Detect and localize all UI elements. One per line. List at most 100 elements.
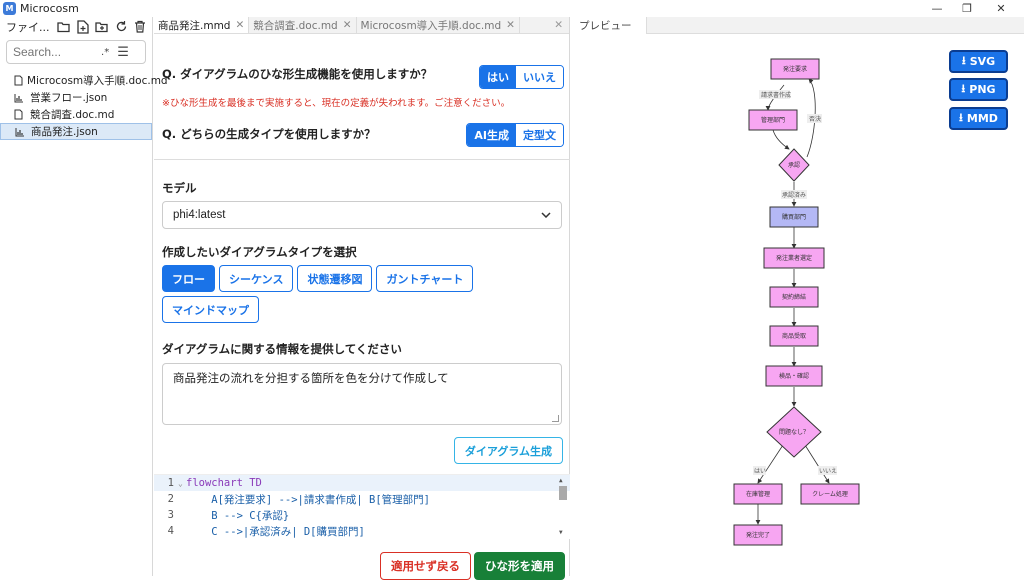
download-icon: ⭳ <box>959 111 963 124</box>
chart-icon <box>14 93 26 103</box>
model-value: phi4:latest <box>173 209 226 221</box>
sidebar-title: ファイ... <box>6 20 50 34</box>
close-all-tabs-icon[interactable]: ✕ <box>554 17 569 33</box>
filter-menu-icon[interactable]: ☰ <box>117 45 129 60</box>
regex-toggle-icon[interactable]: .* <box>101 47 109 58</box>
node-label: 在庫管理 <box>746 490 770 498</box>
template-text-button[interactable]: 定型文 <box>516 124 563 146</box>
file-item[interactable]: 競合調査.doc.md <box>0 106 152 123</box>
refresh-icon[interactable] <box>113 19 129 35</box>
chevron-down-icon <box>541 209 551 221</box>
tab-label: Microcosm導入手順.doc.md <box>360 19 502 32</box>
download-icon: ⭳ <box>961 54 966 67</box>
node-label: 発注要求 <box>783 65 807 73</box>
node-label: 管理部門 <box>761 116 785 124</box>
tab-競合調査[interactable]: 競合調査.doc.md ✕ <box>249 17 357 33</box>
flowchart-diagram: 請求書作成 否決 承認済み はい いいえ 発注要求 管理部門 承認 購買部門 発… <box>733 58 860 546</box>
info-textarea[interactable]: 商品発注の流れを分担する箇所を色を分けて作成して <box>162 363 562 425</box>
file-item[interactable]: Microcosm導入手順.doc.md <box>0 72 168 89</box>
type-sequence-button[interactable]: シーケンス <box>219 265 294 292</box>
new-file-icon[interactable] <box>75 19 91 35</box>
export-svg-button[interactable]: ⭳ SVG <box>949 50 1008 73</box>
model-select[interactable]: phi4:latest <box>162 201 562 229</box>
file-explorer-sidebar: ファイ... .* ☰ Microcosm導入手順.doc.md 営業フロー.js… <box>0 17 168 576</box>
export-label: MMD <box>966 112 998 125</box>
type-state-button[interactable]: 状態遷移図 <box>297 265 373 292</box>
preview-panel: プレビュー ⭳ SVG ⭳ PNG ⭳ MMD 請求書作成 否決 承認済み はい… <box>571 17 1024 576</box>
editor-tabs: 商品発注.mmd ✕ 競合調査.doc.md ✕ Microcosm導入手順.doc… <box>154 17 569 34</box>
tab-商品発注[interactable]: 商品発注.mmd ✕ <box>154 17 250 33</box>
scroll-up-icon[interactable]: ▲ <box>559 477 563 484</box>
type-mindmap-button[interactable]: マインドマップ <box>162 296 259 323</box>
code-editor[interactable]: 1 ⌄ flowchart TD 2 A[発注要求] -->|請求書作成| B[管理… <box>154 474 570 539</box>
edge-label: はい <box>754 468 766 475</box>
fold-icon[interactable]: ⌄ <box>178 479 186 488</box>
download-icon: ⭳ <box>961 82 966 95</box>
code-scrollbar[interactable]: ▲ ▼ <box>558 477 568 537</box>
generate-diagram-button[interactable]: ダイアグラム生成 <box>453 437 563 464</box>
file-name: 営業フロー.json <box>30 92 108 104</box>
scroll-down-icon[interactable]: ▼ <box>559 529 563 536</box>
info-text: 商品発注の流れを分担する箇所を色を分けて作成して <box>173 371 449 385</box>
export-mmd-button[interactable]: ⭳ MMD <box>949 107 1008 130</box>
question-text: Q. どちらの生成タイプを使用しますか？ <box>162 127 376 141</box>
type-flow-button[interactable]: フロー <box>162 265 215 292</box>
file-list: Microcosm導入手順.doc.md 営業フロー.json 競合調査.doc.m… <box>0 72 168 140</box>
search-input[interactable] <box>13 45 99 59</box>
ai-generate-button[interactable]: AI生成 <box>467 124 516 146</box>
code-line: 1 ⌄ flowchart TD <box>154 475 570 491</box>
regex-label: * <box>104 46 110 58</box>
use-template-toggle: はい いいえ <box>479 65 564 89</box>
open-folder-icon[interactable] <box>56 19 72 35</box>
no-button[interactable]: いいえ <box>516 66 563 88</box>
type-gantt-button[interactable]: ガントチャート <box>376 265 474 292</box>
preview-tab-bar: プレビュー <box>571 17 1024 34</box>
code-line: 2 A[発注要求] -->|請求書作成| B[管理部門] <box>167 493 430 506</box>
code-line: 4 C -->|承認済み| D[購買部門] <box>167 525 365 538</box>
file-name: 競合調査.doc.md <box>30 109 115 121</box>
close-window-button[interactable]: ✕ <box>986 0 1016 17</box>
close-tab-icon[interactable]: ✕ <box>506 19 515 31</box>
edge-i-k <box>804 444 830 484</box>
export-png-button[interactable]: ⭳ PNG <box>949 78 1008 101</box>
maximize-button[interactable]: ❐ <box>952 0 982 17</box>
file-item[interactable]: 営業フロー.json <box>0 89 152 106</box>
edge-label: 承認済み <box>782 191 806 199</box>
template-generation-form: Q. ダイアグラムのひな形生成機能を使用しますか？ はい いいえ ※ひな形生成を… <box>154 34 570 580</box>
edge-label: 請求書作成 <box>761 91 791 99</box>
model-label: モデル <box>162 181 197 195</box>
info-label: ダイアグラムに関する情報を提供してください <box>162 342 402 356</box>
chart-icon <box>15 127 27 137</box>
document-icon <box>14 109 26 120</box>
edge-i-j <box>757 444 784 484</box>
tab-microcosm導入手順[interactable]: Microcosm導入手順.doc.md ✕ <box>357 17 520 33</box>
export-label: SVG <box>969 55 996 68</box>
node-label: 検品・確認 <box>779 372 809 380</box>
question-text: Q. ダイアグラムのひな形生成機能を使用しますか？ <box>162 67 433 81</box>
node-label: クレーム処理 <box>812 490 848 498</box>
file-name: 商品発注.json <box>31 126 98 138</box>
diagram-type-options: フロー シーケンス 状態遷移図 ガントチャート マインドマップ <box>162 265 562 323</box>
resize-handle[interactable] <box>552 415 559 422</box>
editor-panel: 商品発注.mmd ✕ 競合調査.doc.md ✕ Microcosm導入手順.doc… <box>154 17 570 580</box>
yes-button[interactable]: はい <box>480 66 516 88</box>
minimize-button[interactable]: — <box>922 0 952 17</box>
file-item[interactable]: 商品発注.json <box>0 123 152 140</box>
document-icon <box>14 75 23 86</box>
node-label: 契約締結 <box>782 293 806 301</box>
app-logo-icon: M <box>3 2 16 15</box>
new-folder-icon[interactable] <box>94 19 110 35</box>
app-title: Microcosm <box>20 2 79 15</box>
close-tab-icon[interactable]: ✕ <box>343 19 352 31</box>
node-label: 問題なし？ <box>779 429 809 436</box>
tab-preview[interactable]: プレビュー <box>571 17 647 34</box>
trash-icon[interactable] <box>132 19 148 35</box>
scroll-thumb[interactable] <box>559 486 567 500</box>
node-label: 購買部門 <box>782 213 806 221</box>
code-line: 3 B --> C{承認} <box>167 509 290 522</box>
edge-b-c <box>772 129 790 150</box>
close-tab-icon[interactable]: ✕ <box>235 19 244 31</box>
sidebar-header: ファイ... <box>0 17 152 36</box>
node-label: 承認 <box>788 161 800 169</box>
title-bar: M Microcosm — ❐ ✕ <box>0 0 1024 17</box>
